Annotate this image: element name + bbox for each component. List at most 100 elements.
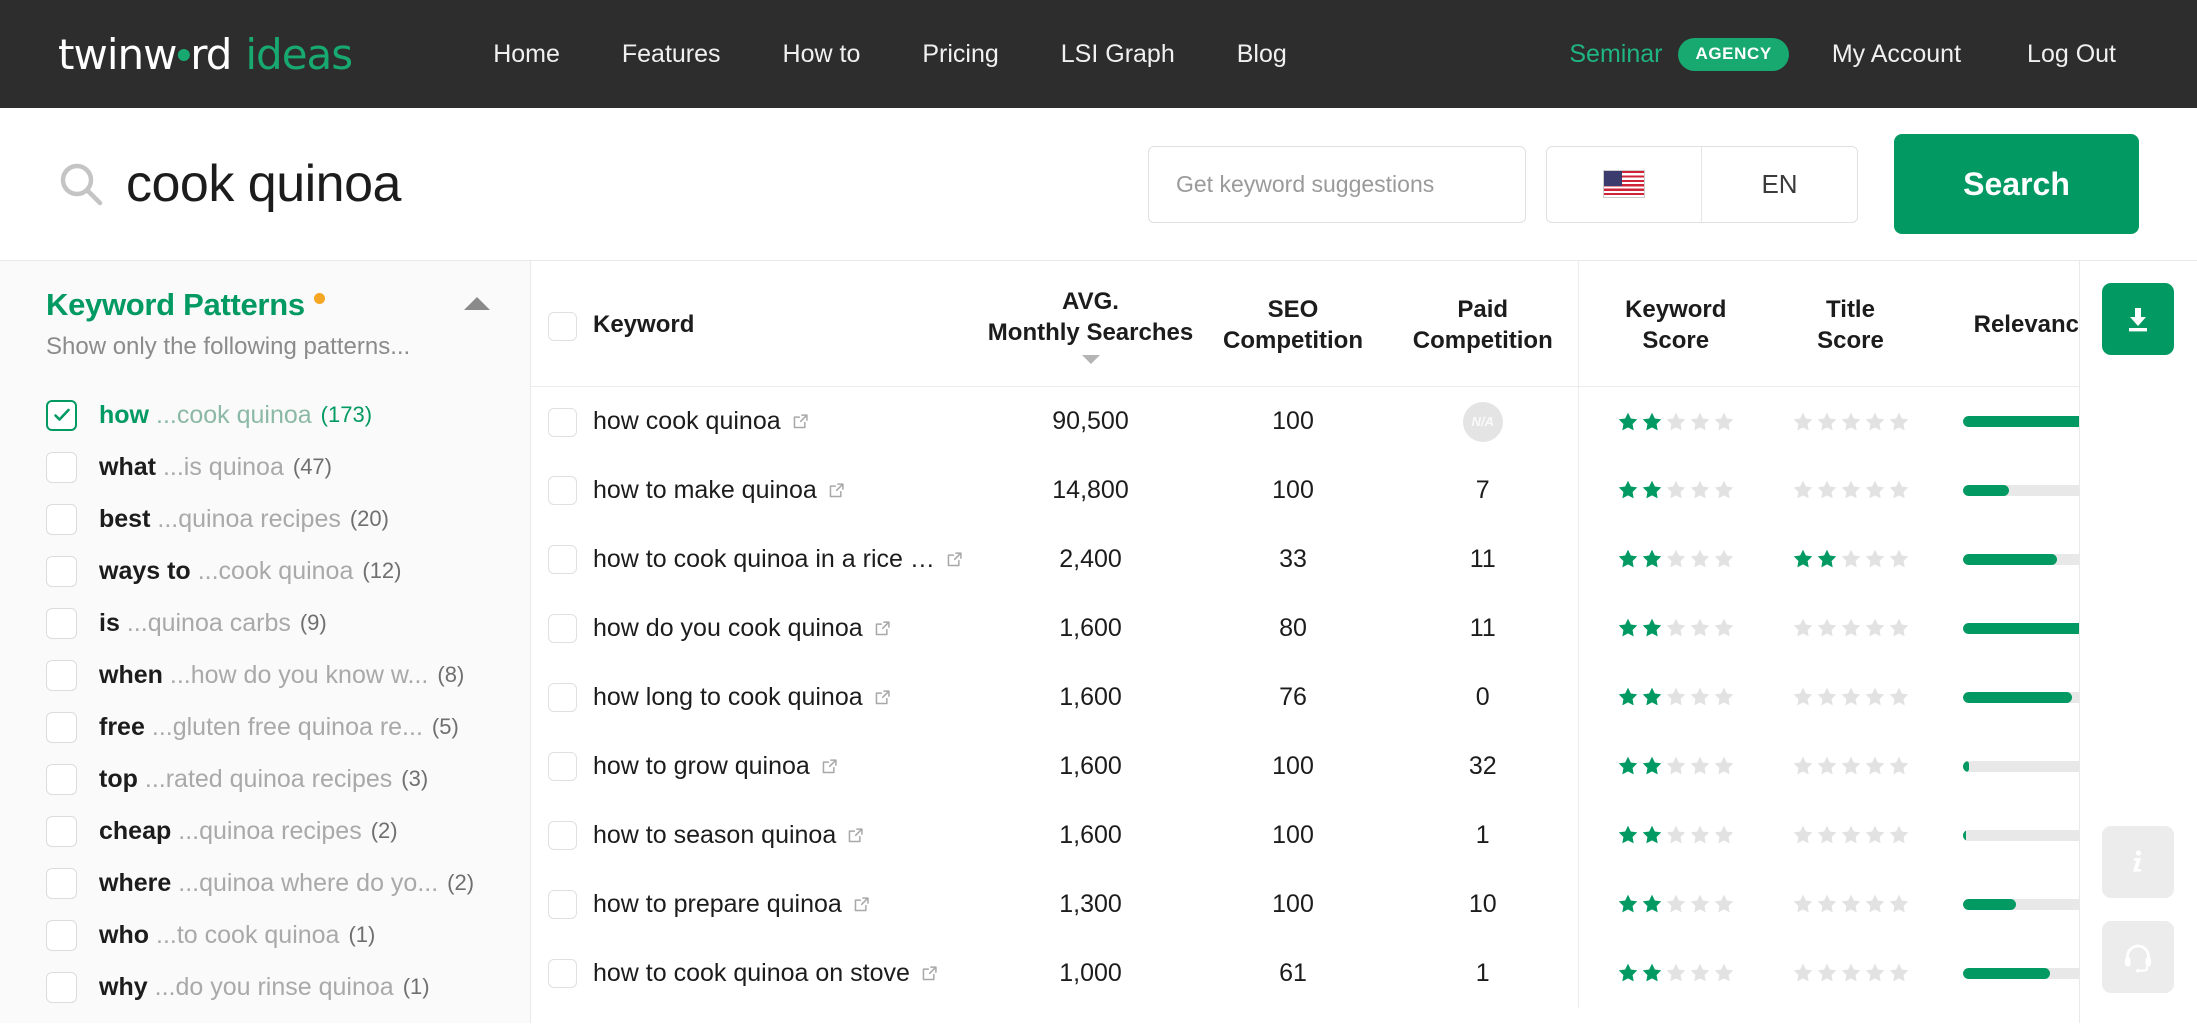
site-logo[interactable]: twinw • rd ideas — [58, 30, 353, 79]
star-icon — [1865, 412, 1884, 431]
country-selector[interactable] — [1547, 146, 1702, 222]
nav-item-my-account[interactable]: My Account — [1799, 40, 1994, 69]
pattern-checkbox[interactable] — [46, 815, 77, 847]
pattern-checkbox[interactable] — [46, 607, 77, 639]
table-row[interactable]: how to prepare quinoa 1,300 100 10 — [531, 869, 2079, 939]
paid-competition-value: 10 — [1468, 889, 1497, 918]
support-button[interactable] — [2102, 921, 2174, 993]
keyword-link[interactable]: how to cook quinoa on stove — [593, 959, 938, 988]
pattern-checkbox[interactable] — [46, 867, 77, 899]
chevron-up-icon[interactable] — [464, 297, 490, 310]
pattern-filter-item[interactable]: is ...quinoa carbs (9) — [46, 597, 530, 649]
row-checkbox[interactable] — [547, 752, 577, 782]
pattern-checkbox[interactable] — [46, 451, 77, 483]
table-row[interactable]: how do you cook quinoa 1,600 80 11 — [531, 593, 2079, 663]
pattern-checkbox[interactable] — [46, 711, 77, 743]
star-icon — [1618, 550, 1638, 568]
nav-item-how-to[interactable]: How to — [752, 40, 892, 69]
keyword-score-stars — [1579, 824, 1774, 846]
seo-competition-cell: 100 — [1272, 751, 1314, 780]
row-checkbox[interactable] — [547, 476, 577, 506]
pattern-checkbox[interactable] — [46, 399, 77, 431]
sort-descending-icon[interactable] — [1081, 355, 1100, 365]
external-link-icon[interactable] — [874, 620, 891, 637]
header-paid-competition[interactable]: Paid Competition — [1388, 261, 1578, 388]
keyword-link[interactable]: how long to cook quinoa — [593, 683, 891, 712]
star-icon — [1889, 481, 1908, 499]
pattern-checkbox[interactable] — [46, 659, 77, 691]
pattern-checkbox[interactable] — [46, 763, 77, 795]
pattern-filter-item[interactable]: cheap ...quinoa recipes (2) — [46, 805, 530, 857]
keyword-link[interactable]: how to make quinoa — [593, 476, 845, 505]
row-checkbox[interactable] — [547, 890, 577, 920]
external-link-icon[interactable] — [874, 689, 891, 706]
language-selector[interactable]: EN — [1702, 147, 1857, 222]
header-keyword-score[interactable]: Keyword Score — [1577, 261, 1773, 388]
header-relevance[interactable]: Relevance — [1928, 261, 2079, 388]
row-checkbox[interactable] — [547, 959, 577, 989]
table-row[interactable]: how to cook quinoa on stove 1,000 61 1 — [531, 938, 2079, 1008]
header-title-score[interactable]: Title Score — [1773, 261, 1928, 388]
search-query-input[interactable]: cook quinoa — [126, 154, 401, 214]
keyword-link[interactable]: how cook quinoa — [593, 407, 809, 436]
pattern-filter-item[interactable]: top ...rated quinoa recipes (3) — [46, 753, 530, 805]
pattern-filter-item[interactable]: what ...is quinoa (47) — [46, 441, 530, 493]
table-row[interactable]: how cook quinoa 90,500 100 N/A — [531, 386, 2079, 456]
table-row[interactable]: how to grow quinoa 1,600 100 32 — [531, 731, 2079, 801]
pattern-checkbox[interactable] — [46, 919, 77, 951]
account-plan-link[interactable]: Seminar AGENCY — [1536, 37, 1798, 71]
external-link-icon[interactable] — [921, 965, 938, 982]
keyword-score-stars — [1579, 962, 1774, 984]
external-link-icon[interactable] — [828, 482, 845, 499]
pattern-filter-item[interactable]: who ...to cook quinoa (1) — [46, 909, 530, 961]
info-button[interactable] — [2102, 826, 2174, 898]
pattern-filter-item[interactable]: where ...quinoa where do yo... (2) — [46, 857, 530, 909]
keyword-link[interactable]: how to season quinoa — [593, 821, 864, 850]
header-seo-competition[interactable]: SEO Competition — [1198, 261, 1388, 388]
table-row[interactable]: how to season quinoa 1,600 100 1 — [531, 800, 2079, 870]
nav-item-log-out[interactable]: Log Out — [1994, 40, 2149, 69]
download-button[interactable] — [2102, 283, 2174, 355]
external-link-icon[interactable] — [821, 758, 838, 775]
pattern-filter-item[interactable]: how ...cook quinoa (173) — [46, 389, 530, 441]
keyword-link[interactable]: how do you cook quinoa — [593, 614, 891, 643]
row-checkbox[interactable] — [547, 545, 577, 575]
title-score-cell — [1773, 663, 1928, 732]
pattern-filter-item[interactable]: when ...how do you know w... (8) — [46, 649, 530, 701]
row-checkbox[interactable] — [547, 614, 577, 644]
search-icon[interactable] — [58, 161, 104, 207]
star-icon — [1642, 688, 1662, 706]
nav-item-pricing[interactable]: Pricing — [891, 40, 1029, 69]
nav-item-blog[interactable]: Blog — [1206, 40, 1318, 69]
pattern-checkbox[interactable] — [46, 503, 77, 535]
header-avg-monthly-searches[interactable]: AVG. Monthly Searches — [983, 261, 1198, 388]
nav-item-lsi-graph[interactable]: LSI Graph — [1030, 40, 1206, 69]
pattern-filter-item[interactable]: best ...quinoa recipes (20) — [46, 493, 530, 545]
row-checkbox[interactable] — [547, 683, 577, 713]
row-checkbox[interactable] — [547, 407, 577, 437]
star-icon — [1642, 757, 1662, 775]
table-row[interactable]: how to make quinoa 14,800 100 7 — [531, 455, 2079, 525]
header-avg-line2: Monthly Searches — [987, 318, 1194, 346]
external-link-icon[interactable] — [946, 551, 963, 568]
pattern-filter-item[interactable]: ways to ...cook quinoa (12) — [46, 545, 530, 597]
select-all-checkbox[interactable] — [547, 311, 577, 341]
nav-item-home[interactable]: Home — [462, 40, 591, 69]
external-link-icon[interactable] — [792, 413, 809, 430]
pattern-checkbox[interactable] — [46, 555, 77, 587]
keyword-link[interactable]: how to grow quinoa — [593, 752, 838, 781]
pattern-checkbox[interactable] — [46, 971, 77, 1003]
keyword-suggestions-input[interactable]: Get keyword suggestions — [1148, 145, 1526, 223]
header-keyword[interactable]: Keyword — [593, 261, 983, 388]
pattern-filter-item[interactable]: free ...gluten free quinoa re... (5) — [46, 701, 530, 753]
pattern-filter-item[interactable]: why ...do you rinse quinoa (1) — [46, 961, 530, 1013]
row-checkbox[interactable] — [547, 821, 577, 851]
nav-item-features[interactable]: Features — [591, 40, 752, 69]
external-link-icon[interactable] — [847, 827, 864, 844]
search-button[interactable]: Search — [1894, 134, 2139, 234]
external-link-icon[interactable] — [853, 896, 870, 913]
keyword-link[interactable]: how to prepare quinoa — [593, 890, 870, 919]
table-row[interactable]: how long to cook quinoa 1,600 76 0 — [531, 662, 2079, 732]
keyword-link[interactable]: how to cook quinoa in a rice … — [593, 545, 963, 574]
table-row[interactable]: how to cook quinoa in a rice … 2,400 33 11 — [531, 524, 2079, 594]
